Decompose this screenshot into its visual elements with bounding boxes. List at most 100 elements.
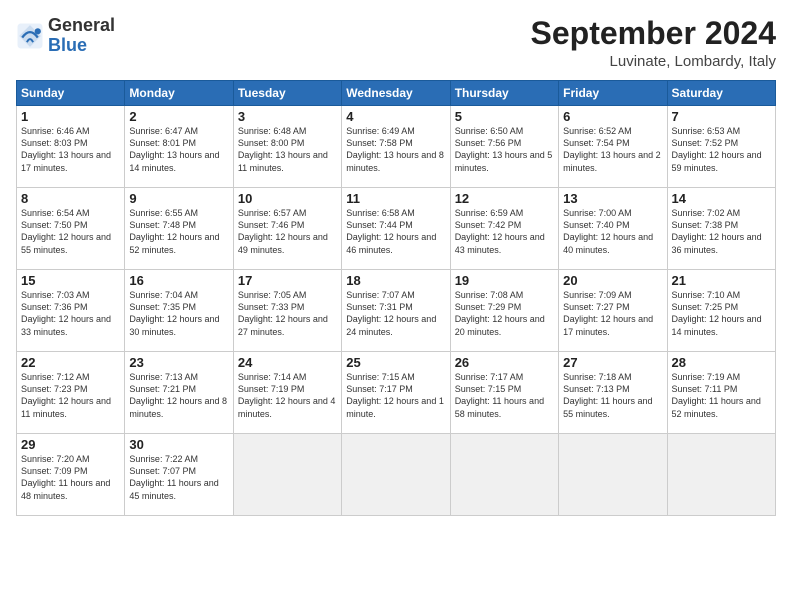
calendar-cell: 24 Sunrise: 7:14 AM Sunset: 7:19 PM Dayl… [233,352,341,434]
calendar-cell: 11 Sunrise: 6:58 AM Sunset: 7:44 PM Dayl… [342,188,450,270]
day-number: 22 [21,355,120,370]
header-row: Sunday Monday Tuesday Wednesday Thursday… [17,81,776,106]
day-number: 11 [346,191,445,206]
sunset-label: Sunset: 7:40 PM [563,220,630,230]
daylight-label: Daylight: 12 hours and 24 minutes. [346,314,436,336]
daylight-label: Daylight: 12 hours and 52 minutes. [129,232,219,254]
daylight-label: Daylight: 11 hours and 48 minutes. [21,478,110,500]
day-info: Sunrise: 6:47 AM Sunset: 8:01 PM Dayligh… [129,125,228,174]
sunrise-label: Sunrise: 6:53 AM [672,126,741,136]
daylight-label: Daylight: 12 hours and 27 minutes. [238,314,328,336]
sunset-label: Sunset: 7:52 PM [672,138,739,148]
calendar-cell: 21 Sunrise: 7:10 AM Sunset: 7:25 PM Dayl… [667,270,775,352]
header: General Blue September 2024 Luvinate, Lo… [16,16,776,70]
day-info: Sunrise: 6:46 AM Sunset: 8:03 PM Dayligh… [21,125,120,174]
sunset-label: Sunset: 7:33 PM [238,302,305,312]
col-saturday: Saturday [667,81,775,106]
sunset-label: Sunset: 7:35 PM [129,302,196,312]
title-block: September 2024 Luvinate, Lombardy, Italy [531,16,776,70]
sunrise-label: Sunrise: 7:18 AM [563,372,632,382]
day-number: 7 [672,109,771,124]
logo-icon [16,22,44,50]
calendar-cell: 18 Sunrise: 7:07 AM Sunset: 7:31 PM Dayl… [342,270,450,352]
daylight-label: Daylight: 13 hours and 8 minutes. [346,150,444,172]
day-number: 30 [129,437,228,452]
sunset-label: Sunset: 8:00 PM [238,138,305,148]
calendar-cell: 25 Sunrise: 7:15 AM Sunset: 7:17 PM Dayl… [342,352,450,434]
sunset-label: Sunset: 7:21 PM [129,384,196,394]
day-info: Sunrise: 7:02 AM Sunset: 7:38 PM Dayligh… [672,207,771,256]
day-info: Sunrise: 6:55 AM Sunset: 7:48 PM Dayligh… [129,207,228,256]
sunrise-label: Sunrise: 6:50 AM [455,126,524,136]
day-number: 23 [129,355,228,370]
sunrise-label: Sunrise: 6:58 AM [346,208,415,218]
sunset-label: Sunset: 7:42 PM [455,220,522,230]
daylight-label: Daylight: 13 hours and 2 minutes. [563,150,661,172]
daylight-label: Daylight: 12 hours and 17 minutes. [563,314,653,336]
day-info: Sunrise: 7:20 AM Sunset: 7:09 PM Dayligh… [21,453,120,502]
sunset-label: Sunset: 7:13 PM [563,384,630,394]
daylight-label: Daylight: 12 hours and 30 minutes. [129,314,219,336]
sunset-label: Sunset: 7:11 PM [672,384,738,394]
calendar-week: 15 Sunrise: 7:03 AM Sunset: 7:36 PM Dayl… [17,270,776,352]
logo-text: General Blue [48,16,115,56]
sunset-label: Sunset: 7:31 PM [346,302,413,312]
daylight-label: Daylight: 12 hours and 59 minutes. [672,150,762,172]
daylight-label: Daylight: 11 hours and 55 minutes. [563,396,652,418]
sunrise-label: Sunrise: 7:14 AM [238,372,307,382]
sunset-label: Sunset: 7:27 PM [563,302,630,312]
daylight-label: Daylight: 11 hours and 58 minutes. [455,396,544,418]
sunrise-label: Sunrise: 7:17 AM [455,372,524,382]
sunset-label: Sunset: 8:01 PM [129,138,196,148]
sunrise-label: Sunrise: 7:15 AM [346,372,415,382]
calendar-cell: 5 Sunrise: 6:50 AM Sunset: 7:56 PM Dayli… [450,106,558,188]
col-wednesday: Wednesday [342,81,450,106]
sunset-label: Sunset: 7:07 PM [129,466,196,476]
daylight-label: Daylight: 13 hours and 14 minutes. [129,150,219,172]
day-info: Sunrise: 7:19 AM Sunset: 7:11 PM Dayligh… [672,371,771,420]
sunrise-label: Sunrise: 7:19 AM [672,372,741,382]
day-info: Sunrise: 7:17 AM Sunset: 7:15 PM Dayligh… [455,371,554,420]
day-number: 10 [238,191,337,206]
day-info: Sunrise: 7:00 AM Sunset: 7:40 PM Dayligh… [563,207,662,256]
location-title: Luvinate, Lombardy, Italy [531,53,776,70]
sunset-label: Sunset: 7:48 PM [129,220,196,230]
calendar-cell: 1 Sunrise: 6:46 AM Sunset: 8:03 PM Dayli… [17,106,125,188]
day-info: Sunrise: 7:14 AM Sunset: 7:19 PM Dayligh… [238,371,337,420]
sunrise-label: Sunrise: 6:55 AM [129,208,198,218]
sunset-label: Sunset: 7:56 PM [455,138,522,148]
day-info: Sunrise: 6:58 AM Sunset: 7:44 PM Dayligh… [346,207,445,256]
sunrise-label: Sunrise: 7:10 AM [672,290,741,300]
day-info: Sunrise: 6:52 AM Sunset: 7:54 PM Dayligh… [563,125,662,174]
daylight-label: Daylight: 12 hours and 46 minutes. [346,232,436,254]
day-number: 26 [455,355,554,370]
day-info: Sunrise: 6:57 AM Sunset: 7:46 PM Dayligh… [238,207,337,256]
sunset-label: Sunset: 7:46 PM [238,220,305,230]
calendar-cell: 22 Sunrise: 7:12 AM Sunset: 7:23 PM Dayl… [17,352,125,434]
day-number: 12 [455,191,554,206]
sunrise-label: Sunrise: 7:07 AM [346,290,415,300]
day-info: Sunrise: 6:48 AM Sunset: 8:00 PM Dayligh… [238,125,337,174]
sunset-label: Sunset: 7:23 PM [21,384,88,394]
day-number: 27 [563,355,662,370]
col-sunday: Sunday [17,81,125,106]
calendar-body: 1 Sunrise: 6:46 AM Sunset: 8:03 PM Dayli… [17,106,776,516]
calendar-week: 22 Sunrise: 7:12 AM Sunset: 7:23 PM Dayl… [17,352,776,434]
col-friday: Friday [559,81,667,106]
daylight-label: Daylight: 12 hours and 55 minutes. [21,232,111,254]
calendar-cell: 2 Sunrise: 6:47 AM Sunset: 8:01 PM Dayli… [125,106,233,188]
sunrise-label: Sunrise: 7:12 AM [21,372,90,382]
month-title: September 2024 [531,16,776,51]
day-info: Sunrise: 7:18 AM Sunset: 7:13 PM Dayligh… [563,371,662,420]
calendar-cell: 26 Sunrise: 7:17 AM Sunset: 7:15 PM Dayl… [450,352,558,434]
day-info: Sunrise: 6:59 AM Sunset: 7:42 PM Dayligh… [455,207,554,256]
calendar-cell: 9 Sunrise: 6:55 AM Sunset: 7:48 PM Dayli… [125,188,233,270]
day-number: 8 [21,191,120,206]
day-info: Sunrise: 7:07 AM Sunset: 7:31 PM Dayligh… [346,289,445,338]
sunrise-label: Sunrise: 6:52 AM [563,126,632,136]
sunrise-label: Sunrise: 6:47 AM [129,126,198,136]
sunset-label: Sunset: 7:17 PM [346,384,413,394]
calendar-cell: 27 Sunrise: 7:18 AM Sunset: 7:13 PM Dayl… [559,352,667,434]
calendar-cell: 14 Sunrise: 7:02 AM Sunset: 7:38 PM Dayl… [667,188,775,270]
daylight-label: Daylight: 12 hours and 49 minutes. [238,232,328,254]
